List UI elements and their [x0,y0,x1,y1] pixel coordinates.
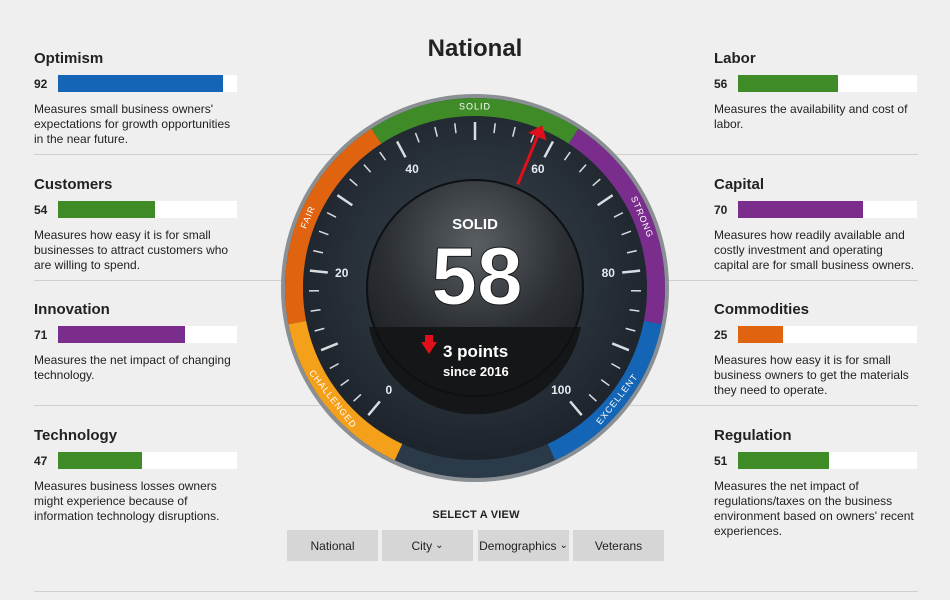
metric-description: Measures how readily available and costl… [714,228,915,272]
metric-description: Measures the net impact of regulations/t… [714,479,914,538]
metric-optimism: Optimism 92 Measures small business owne… [34,50,239,147]
gauge-tick-label: 100 [551,383,571,397]
metric-bar-track [738,326,917,343]
metric-bar-fill [738,452,830,469]
metric-commodities: Commodities 25 Measures how easy it is f… [714,301,919,398]
metric-name: Optimism [34,50,104,67]
metric-value: 71 [34,327,48,342]
metric-value: 56 [714,76,728,91]
metric-description: Measures how easy it is for small busine… [714,353,909,397]
gauge-tick-label: 60 [531,162,545,176]
metric-bar-fill [738,75,839,92]
divider [660,280,918,281]
metric-labor: Labor 56 Measures the availability and c… [714,50,919,132]
metric-description: Measures business losses owners might ex… [34,479,220,523]
metric-bar-track [58,452,237,469]
gauge-change-since: since 2016 [443,364,509,379]
gauge-tick-label: 40 [405,162,419,176]
page-title: National [427,35,523,62]
metric-name: Technology [34,427,118,444]
metric-name: Innovation [34,301,110,318]
metric-bar-fill [58,326,186,343]
metric-customers: Customers 54 Measures how easy it is for… [34,176,239,273]
metric-description: Measures small business owners' expectat… [34,102,231,146]
metric-description: Measures the net impact of changing tech… [34,353,231,382]
metric-value: 25 [714,327,728,342]
metric-name: Capital [714,176,765,193]
metric-bar-fill [738,201,864,218]
metric-capital: Capital 70 Measures how readily availabl… [714,176,919,273]
metric-bar-track [58,326,237,343]
metric-description: Measures how easy it is for small busine… [34,228,229,272]
metric-regulation: Regulation 51 Measures the net impact of… [714,427,919,539]
down-arrow-icon-stem [425,335,433,343]
view-button-veterans[interactable]: Veterans [573,530,664,561]
bottom-divider [34,591,918,592]
metric-name: Commodities [714,301,810,318]
metric-value: 92 [34,76,48,91]
chevron-down-icon: ⌄ [559,540,568,551]
metric-technology: Technology 47 Measures business losses o… [34,427,239,524]
gauge-tick-label: 0 [386,383,393,397]
gauge-tick-label: 80 [602,266,616,280]
metric-bar-fill [58,75,223,92]
view-button-label: National [310,538,355,553]
metric-value: 47 [34,453,48,468]
view-button-demographics[interactable]: Demographics ⌄ [478,530,569,561]
select-view-label: SELECT A VIEW [432,509,520,521]
gauge-tick-label: 20 [335,266,349,280]
metric-innovation: Innovation 71 Measures the net impact of… [34,301,239,383]
metric-bar-track [58,75,237,92]
view-button-national[interactable]: National [287,530,378,561]
divider [34,280,292,281]
metric-name: Customers [34,176,113,193]
view-button-label: City [411,538,433,553]
metric-bar-track [738,75,917,92]
metric-value: 70 [714,202,728,217]
metric-value: 54 [34,202,48,217]
gauge-band-label: SOLID [459,101,491,111]
metric-name: Regulation [714,427,792,444]
view-button-label: Veterans [594,538,643,553]
metric-bar-track [58,201,237,218]
view-button-city[interactable]: City ⌄ [382,530,473,561]
metric-name: Labor [714,50,756,67]
chevron-down-icon: ⌄ [435,540,444,551]
metric-bar-fill [58,201,155,218]
metric-bar-track [738,452,917,469]
metric-bar-track [738,201,917,218]
gauge-change: 3 points [443,342,508,361]
view-button-label: Demographics [479,538,557,553]
metric-description: Measures the availability and cost of la… [714,102,908,131]
score-gauge: 02040 6080100 CHALLENGEDFAIRSOLIDSTRONGEX… [281,94,669,482]
metric-bar-fill [58,452,143,469]
metric-bar-fill [738,326,783,343]
gauge-score: 58 [431,231,522,322]
metric-value: 51 [714,453,728,468]
